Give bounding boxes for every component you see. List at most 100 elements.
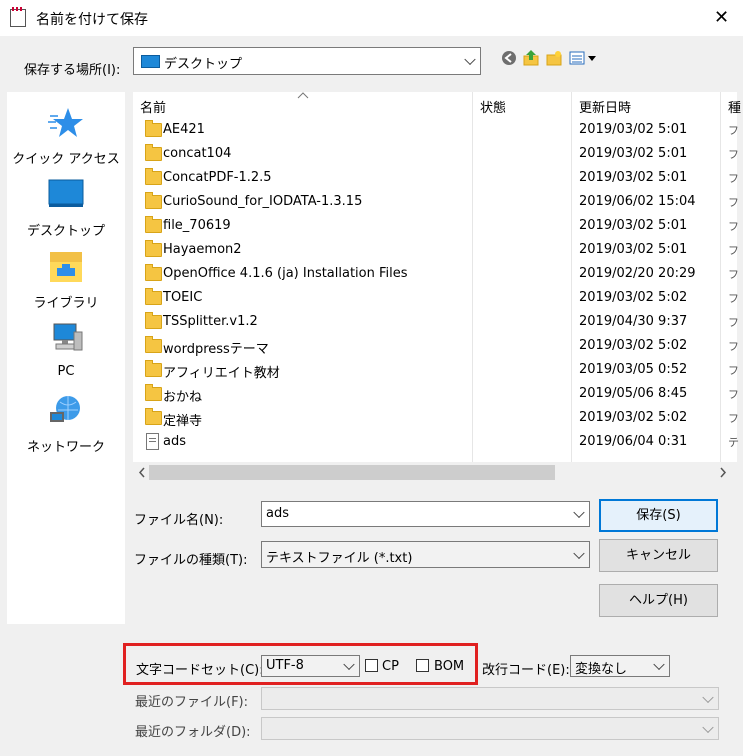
- sidebar-label: クイック アクセス: [12, 152, 120, 167]
- file-date: 2019/03/02 5:02: [579, 338, 688, 353]
- file-type: フ: [728, 340, 739, 353]
- newline-value: 変換なし: [575, 662, 628, 677]
- file-date: 2019/06/04 0:31: [579, 434, 688, 449]
- sidebar-item-desktop[interactable]: デスクトップ: [7, 178, 125, 239]
- filename-input[interactable]: ads: [261, 501, 590, 527]
- file-row[interactable]: ConcatPDF-1.2.5 2019/03/02 5:01 フ: [133, 167, 739, 191]
- file-name: AE421: [163, 122, 205, 137]
- newline-label: 改行コード(E):: [482, 663, 570, 678]
- file-type: フ: [728, 292, 739, 305]
- sidebar-label: ライブラリ: [33, 296, 99, 311]
- file-date: 2019/03/05 0:52: [579, 362, 688, 377]
- view-menu-icon[interactable]: [569, 49, 597, 67]
- filename-value: ads: [266, 506, 289, 521]
- file-date: 2019/03/02 5:02: [579, 410, 688, 425]
- file-row[interactable]: CurioSound_for_IODATA-1.3.15 2019/06/02 1…: [133, 191, 739, 215]
- sidebar-label: PC: [57, 364, 75, 379]
- column-header-name[interactable]: 名前: [140, 97, 166, 116]
- file-row[interactable]: TSSplitter.v1.2 2019/04/30 9:37 フ: [133, 311, 739, 335]
- help-button[interactable]: ヘルプ(H): [599, 584, 718, 617]
- file-row[interactable]: Hayaemon2 2019/03/02 5:01 フ: [133, 239, 739, 263]
- folder-icon: [145, 144, 162, 161]
- file-row[interactable]: ads 2019/06/04 0:31 テ: [133, 431, 739, 455]
- file-name: CurioSound_for_IODATA-1.3.15: [163, 194, 363, 209]
- folder-icon: [145, 192, 162, 209]
- file-type: フ: [728, 412, 739, 425]
- folder-icon: [145, 168, 162, 185]
- file-type: フ: [728, 388, 739, 401]
- filename-label: ファイル名(N):: [134, 513, 224, 528]
- up-folder-icon[interactable]: [522, 49, 540, 67]
- recent-file-label: 最近のファイル(F):: [135, 695, 249, 710]
- folder-icon: [145, 120, 162, 137]
- sidebar-item-pc[interactable]: PC: [7, 322, 125, 379]
- file-date: 2019/03/02 5:01: [579, 146, 688, 161]
- sidebar-item-library[interactable]: ライブラリ: [7, 250, 125, 311]
- pc-icon: [53, 323, 83, 351]
- library-icon: [50, 252, 82, 282]
- newline-dropdown[interactable]: 変換なし: [570, 655, 670, 677]
- network-icon: [50, 396, 80, 422]
- file-type: フ: [728, 196, 739, 209]
- filetype-label: ファイルの種類(T):: [134, 553, 248, 568]
- file-row[interactable]: file_70619 2019/03/02 5:01 フ: [133, 215, 739, 239]
- file-name: Hayaemon2: [163, 242, 242, 257]
- navigation-pane: クイック アクセス デスクトップ ライブラリ PC ネットワーク: [7, 92, 125, 624]
- file-date: 2019/03/02 5:01: [579, 242, 688, 257]
- location-value: デスクトップ: [164, 57, 243, 72]
- file-type: フ: [728, 268, 739, 281]
- notepad-icon: [10, 7, 26, 27]
- file-row[interactable]: TOEIC 2019/03/02 5:02 フ: [133, 287, 739, 311]
- file-date: 2019/03/02 5:01: [579, 122, 688, 137]
- file-date: 2019/03/02 5:01: [579, 170, 688, 185]
- column-header-status[interactable]: 状態: [480, 97, 506, 116]
- file-name: アフィリエイト教材: [163, 366, 280, 381]
- folder-icon: [145, 384, 162, 401]
- column-header-date[interactable]: 更新日時: [579, 97, 631, 116]
- file-name: ConcatPDF-1.2.5: [163, 170, 272, 185]
- file-row[interactable]: おかね 2019/05/06 8:45 フ: [133, 383, 739, 407]
- file-row[interactable]: wordpressテーマ 2019/03/02 5:02 フ: [133, 335, 739, 359]
- scrollbar-thumb[interactable]: [149, 465, 555, 480]
- file-name: OpenOffice 4.1.6 (ja) Installation Files: [163, 266, 408, 281]
- file-row[interactable]: OpenOffice 4.1.6 (ja) Installation Files…: [133, 263, 739, 287]
- filetype-value: テキストファイル (*.txt): [266, 551, 413, 566]
- chevron-down-icon: [702, 721, 714, 733]
- sidebar-item-quick-access[interactable]: クイック アクセス: [7, 106, 125, 167]
- file-type: フ: [728, 172, 739, 185]
- file-date: 2019/03/02 5:01: [579, 218, 688, 233]
- chevron-down-icon: [653, 658, 665, 671]
- cancel-button[interactable]: キャンセル: [599, 539, 718, 572]
- folder-icon: [145, 360, 162, 377]
- horizontal-scrollbar[interactable]: [133, 462, 737, 484]
- file-date: 2019/04/30 9:37: [579, 314, 688, 329]
- file-type: フ: [728, 244, 739, 257]
- scroll-right-icon[interactable]: [719, 467, 727, 478]
- column-header-type[interactable]: 種: [728, 97, 741, 116]
- location-dropdown[interactable]: デスクトップ: [133, 47, 481, 75]
- star-icon: [48, 108, 83, 137]
- window-title: 名前を付けて保存: [36, 12, 148, 28]
- text-file-icon: [146, 433, 159, 450]
- recent-folder-dropdown[interactable]: [261, 717, 719, 740]
- folder-icon: [145, 312, 162, 329]
- new-folder-icon[interactable]: [545, 49, 563, 67]
- filetype-dropdown[interactable]: テキストファイル (*.txt): [261, 541, 590, 568]
- scroll-left-icon[interactable]: [138, 467, 146, 478]
- file-row[interactable]: 定禅寺 2019/03/02 5:02 フ: [133, 407, 739, 431]
- file-name: 定禅寺: [163, 414, 203, 429]
- file-row[interactable]: concat104 2019/03/02 5:01 フ: [133, 143, 739, 167]
- file-name: ads: [163, 434, 186, 449]
- folder-icon: [145, 288, 162, 305]
- file-date: 2019/06/02 15:04: [579, 194, 696, 209]
- recent-file-dropdown[interactable]: [261, 687, 719, 710]
- file-row[interactable]: AE421 2019/03/02 5:01 フ: [133, 119, 739, 143]
- close-button[interactable]: ✕: [700, 0, 743, 36]
- chevron-down-icon: [573, 547, 585, 559]
- back-icon[interactable]: [500, 49, 518, 67]
- file-type: フ: [728, 364, 739, 377]
- sidebar-item-network[interactable]: ネットワーク: [7, 394, 125, 455]
- file-row[interactable]: アフィリエイト教材 2019/03/05 0:52 フ: [133, 359, 739, 383]
- sidebar-label: ネットワーク: [26, 440, 105, 455]
- save-button[interactable]: 保存(S): [599, 499, 718, 532]
